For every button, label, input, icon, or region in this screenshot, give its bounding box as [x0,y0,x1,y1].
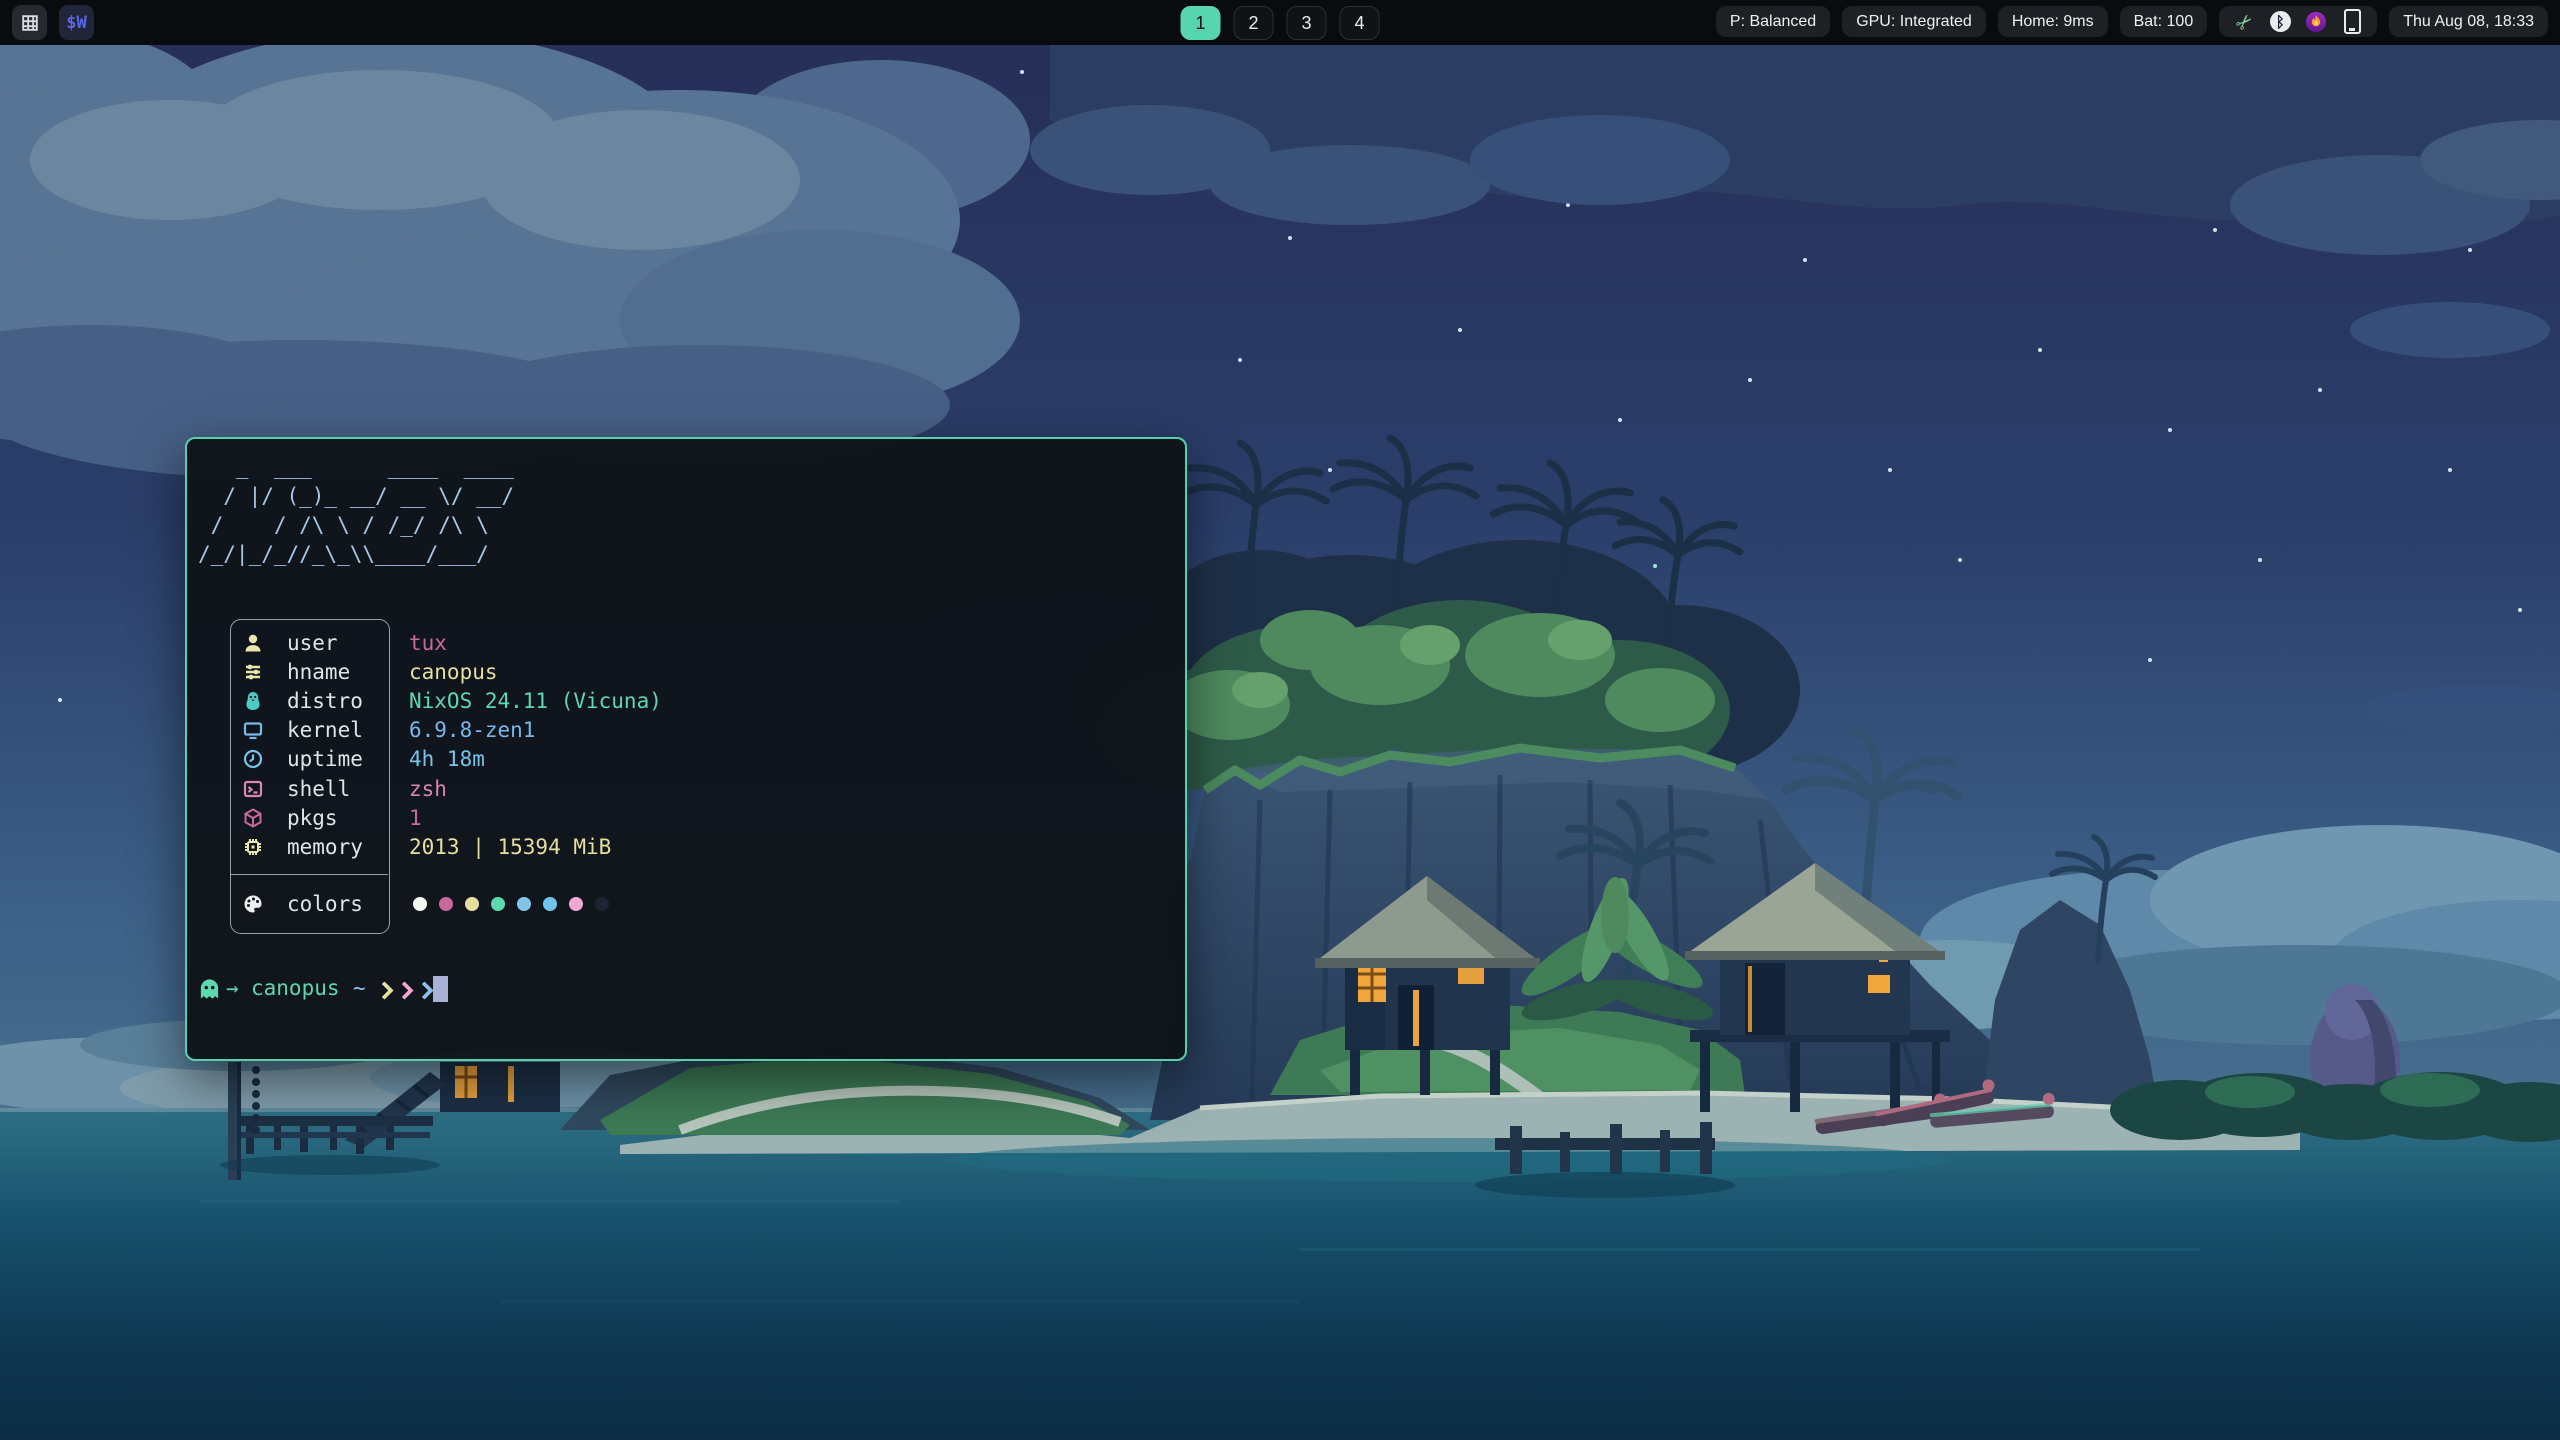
fetch-row-hname: hname canopus [230,657,970,686]
fetch-value: 2013 | 15394 MiB [409,835,611,859]
fetch-value: NixOS 24.11 (Vicuna) [409,689,662,713]
gpu-label: GPU: Integrated [1856,13,1972,31]
swatch [413,897,427,911]
prompt-cwd: ~ [353,976,366,1000]
user-icon [242,632,264,654]
fetch-label: pkgs [287,806,338,830]
clock-label: Thu Aug 08, 18:33 [2403,13,2534,31]
swatch [569,897,583,911]
fetch-value: zsh [409,777,447,801]
fetch-value: canopus [409,660,498,684]
ping-label: Home: 9ms [2012,13,2094,31]
grid-apps-icon [20,13,40,33]
battery-label: Bat: 100 [2134,13,2194,31]
swatch [543,897,557,911]
power-profile-label: P: Balanced [1730,13,1816,31]
workspace-button-1[interactable]: 1 [1181,6,1221,40]
nixos-ascii-logo: _ ___ ____ ____ / |/ (_)_ __/ __ \/ __/ … [198,453,514,569]
bluetooth-icon[interactable]: ᛒ [2269,10,2291,34]
phone-icon[interactable] [2341,10,2363,34]
fetch-label: memory [287,835,363,859]
clock-module[interactable]: Thu Aug 08, 18:33 [2389,6,2548,37]
chevron-icon [395,981,413,999]
ghost-icon [198,977,221,1006]
top-bar: $W 1 2 3 4 P: Balanced GPU: Integrated H… [0,0,2560,45]
fetch-value: 1 [409,806,422,830]
fetch-row-memory: memory 2013 | 15394 MiB [230,832,970,861]
workspace-button-2[interactable]: 2 [1234,6,1274,40]
gpu-module[interactable]: GPU: Integrated [1842,6,1986,37]
battery-module[interactable]: Bat: 100 [2120,6,2208,37]
app-badge-label: $W [66,13,86,33]
fetch-row-colors: colors [230,888,970,919]
workspace-button-3[interactable]: 3 [1287,6,1327,40]
launcher-group: $W [12,5,94,40]
fetch-row-user: user tux [230,628,970,657]
terminal-window[interactable]: _ ___ ____ ____ / |/ (_)_ __/ __ \/ __/ … [185,437,1187,1061]
terminal-color-swatches [413,897,609,911]
monitor-icon [242,719,264,741]
fetch-label: uptime [287,747,363,771]
fetch-label: distro [287,689,363,713]
list-icon [242,661,264,683]
chip-icon [242,836,264,858]
workspace-label: 2 [1248,13,1258,34]
status-modules: P: Balanced GPU: Integrated Home: 9ms Ba… [1716,6,2548,37]
workspace-label: 3 [1301,13,1311,34]
shell-prompt[interactable]: → canopus ~ [187,976,1177,1005]
chevron-icon [375,981,393,999]
workspace-label: 1 [1195,13,1205,34]
power-profile-module[interactable]: P: Balanced [1716,6,1830,37]
prompt-chevrons [378,984,438,997]
system-tray: ✂ ᛒ [2219,6,2377,37]
chevron-icon [415,981,433,999]
fetch-row-distro: distro NixOS 24.11 (Vicuna) [230,686,970,715]
workspace-button-4[interactable]: 4 [1340,6,1380,40]
terminal-icon [242,778,264,800]
app-badge-button[interactable]: $W [59,5,94,40]
swatch [517,897,531,911]
fetch-label: hname [287,660,350,684]
palette-icon [242,893,264,915]
flameshot-flame-icon[interactable] [2305,10,2327,34]
swatch [491,897,505,911]
swatch [439,897,453,911]
prompt-arrow: → [226,976,239,1000]
fetch-label: kernel [287,718,363,742]
swatch [595,897,609,911]
terminal-cursor [433,976,448,1002]
fetch-row-shell: shell zsh [230,774,970,803]
workspace-label: 4 [1354,13,1364,34]
scissors-clipboard-icon[interactable]: ✂ [2233,10,2255,34]
fetch-row-uptime: uptime 4h 18m [230,745,970,774]
swatch [465,897,479,911]
desktop: $W 1 2 3 4 P: Balanced GPU: Integrated H… [0,0,2560,1440]
fetch-row-kernel: kernel 6.9.8-zen1 [230,716,970,745]
prompt-hostname: canopus [251,976,340,1000]
package-icon [242,807,264,829]
ping-module[interactable]: Home: 9ms [1998,6,2108,37]
clock-icon [242,748,264,770]
fetch-label: shell [287,777,350,801]
fetch-label: user [287,631,338,655]
apps-launcher-button[interactable] [12,5,47,40]
fetch-value: 6.9.8-zen1 [409,718,535,742]
fetch-row-pkgs: pkgs 1 [230,803,970,832]
workspace-switcher: 1 2 3 4 [1181,6,1380,40]
fetch-info-divider [230,874,388,875]
fetch-value: tux [409,631,447,655]
fetch-value: 4h 18m [409,747,485,771]
fetch-label: colors [287,892,363,916]
penguin-icon [242,690,264,712]
